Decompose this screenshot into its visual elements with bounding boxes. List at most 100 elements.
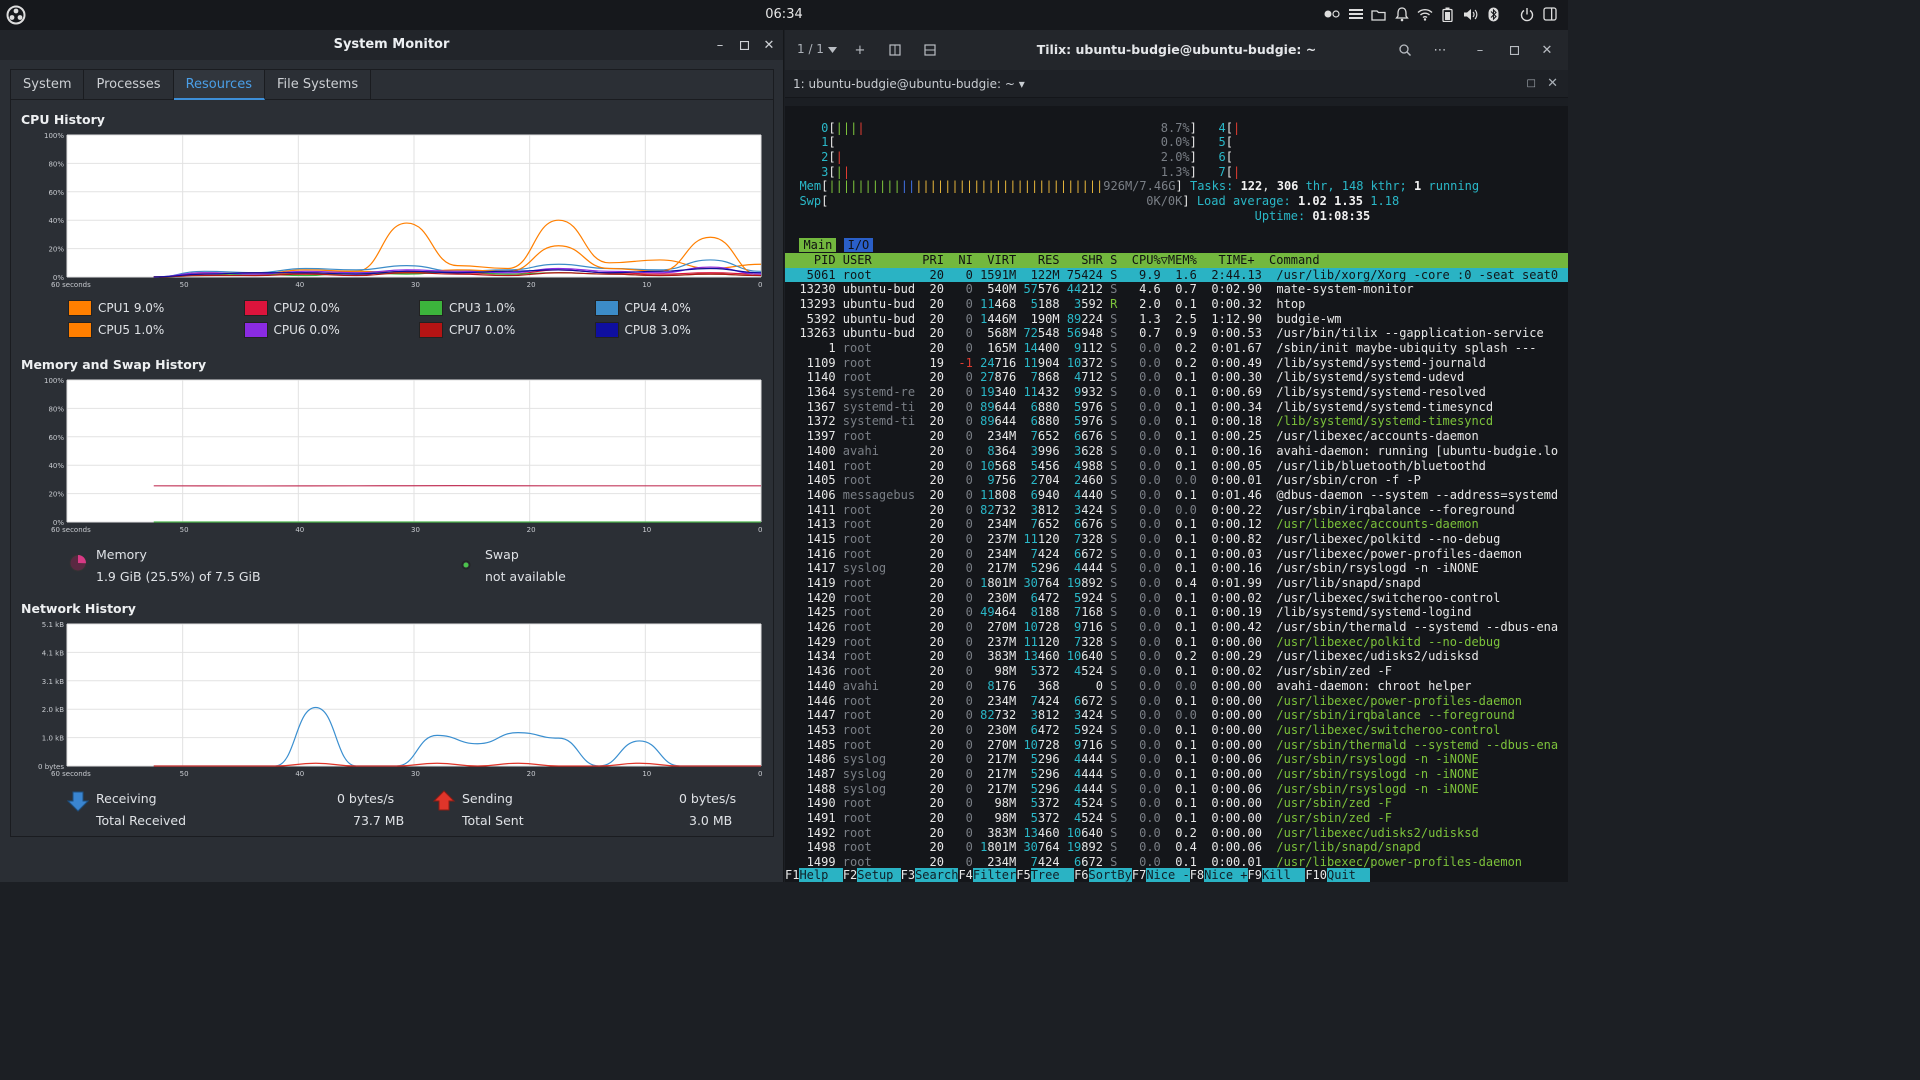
process-row: 13230 ubuntu-bud 20 0 540M 57576 44212 S… — [785, 282, 1414, 297]
y-tick-label: 1.0 kB — [42, 735, 64, 743]
more-options-icon[interactable]: ⋯ — [1431, 41, 1449, 59]
fkey-label[interactable]: Search — [915, 868, 959, 882]
cpu-color-swatch[interactable] — [243, 322, 268, 338]
cpu-color-swatch[interactable] — [419, 322, 443, 338]
terminal-maximize-icon[interactable] — [1505, 41, 1523, 59]
process-row: 1491 root 20 0 98M 5372 4524 S 0.0 0.1 0… — [785, 811, 1392, 825]
y-tick-label: 40% — [48, 217, 64, 225]
power-icon[interactable] — [1518, 5, 1535, 23]
cpu-meter-row: 3[|| 1.3%] 7[| 2.0%] — [806, 164, 1241, 179]
menu-icon[interactable] — [1347, 5, 1364, 23]
process-row: 1416 root 20 0 234M 7424 6672 S 0.0 0.1 … — [785, 546, 1523, 561]
cpu-color-swatch[interactable] — [594, 322, 619, 338]
receiving-arrow-icon[interactable] — [66, 790, 90, 816]
cpu-color-swatch[interactable] — [68, 300, 92, 316]
window-title: System Monitor — [333, 37, 450, 52]
cpu-legend-label: CPU4 4.0% — [624, 301, 691, 315]
fkey-f1[interactable]: F1 — [785, 868, 799, 882]
fkey-label[interactable]: Help — [799, 868, 843, 882]
cpu-legend-item-cpu6[interactable]: CPU6 0.0% — [243, 322, 340, 338]
session-maximize-icon[interactable]: □ — [1527, 78, 1536, 89]
fkey-f8[interactable]: F8 — [1190, 868, 1204, 882]
search-icon[interactable] — [1396, 41, 1414, 59]
fkey-label[interactable]: Nice + — [1204, 868, 1248, 882]
swap-pie-icon[interactable] — [457, 556, 475, 578]
volume-icon[interactable] — [1462, 5, 1479, 23]
session-title[interactable]: 1: ubuntu-budgie@ubuntu-budgie: ~ ▾ — [793, 77, 1025, 91]
cpu-legend-label: CPU7 0.0% — [449, 323, 516, 337]
fkey-f7[interactable]: F7 — [1132, 868, 1146, 882]
cpu-legend-item-cpu5[interactable]: CPU5 1.0% — [68, 322, 164, 338]
tab-system[interactable]: System — [11, 70, 85, 100]
fkey-f10[interactable]: F10 — [1305, 868, 1327, 882]
cpu-history-heading: CPU History — [21, 112, 105, 127]
cpu-legend-item-cpu4[interactable]: CPU4 4.0% — [594, 300, 691, 316]
fkey-label[interactable]: SortBy — [1088, 868, 1132, 882]
process-row: 1 root 20 0 165M 14400 9112 S 0.0 0.2 0:… — [785, 341, 1537, 355]
cpu-legend-label: CPU8 3.0% — [624, 323, 691, 337]
fkey-f5[interactable]: F5 — [1016, 868, 1030, 882]
session-chevron-icon[interactable]: ▾ — [1019, 77, 1025, 91]
terminal-close-icon[interactable]: ✕ — [1538, 41, 1556, 59]
process-row: 1372 systemd-ti 20 0 89644 6880 5976 S 0… — [785, 414, 1494, 429]
cpu-color-swatch[interactable] — [419, 300, 443, 316]
window-titlebar[interactable]: System Monitor – ✕ — [0, 30, 783, 60]
htop-output[interactable]: 0[|||| 8.7%] 4[| 2.0%] 1[ 0.0%] 5[ — [785, 106, 1568, 882]
fkey-label[interactable]: Nice - — [1146, 868, 1190, 882]
sidebar-toggle-icon[interactable] — [1541, 5, 1558, 23]
y-tick-label: 40% — [48, 462, 64, 470]
x-tick-label: 40 — [295, 281, 304, 289]
process-row: 1492 root 20 0 383M 13460 10640 S 0.0 0.… — [785, 825, 1479, 840]
y-tick-label: 100% — [44, 377, 64, 385]
network-history-chart: 60 seconds 50 40 30 20 10 0 5.1 kB 4.1 kB 3.1 kB 2… — [38, 621, 762, 778]
process-row: 1406 messagebus 20 0 11808 6940 4440 S 0… — [785, 487, 1559, 502]
fkey-label[interactable]: Kill — [1261, 868, 1306, 882]
close-icon[interactable]: ✕ — [760, 36, 778, 54]
workspace-switcher-icon[interactable] — [1324, 5, 1341, 23]
battery-icon[interactable] — [1439, 5, 1456, 23]
y-tick-label: 20% — [48, 491, 64, 499]
terminal-minimize-icon[interactable]: – — [1471, 41, 1489, 59]
cpu-legend-item-cpu8[interactable]: CPU8 3.0% — [594, 322, 691, 338]
tab-resources[interactable]: Resources — [173, 70, 265, 100]
fkey-f6[interactable]: F6 — [1074, 868, 1088, 882]
cpu-legend-item-cpu2[interactable]: CPU2 0.0% — [243, 300, 340, 316]
cpu-legend-label: CPU5 1.0% — [98, 323, 165, 337]
maximize-icon[interactable] — [735, 36, 753, 54]
session-close-icon[interactable]: ✕ — [1547, 76, 1558, 91]
fkey-label[interactable]: Quit — [1327, 868, 1371, 882]
fkey-f2[interactable]: F2 — [843, 868, 857, 882]
system-monitor-window: System Monitor – ✕ System Processes Reso… — [0, 30, 784, 882]
tab-file-systems[interactable]: File Systems — [265, 70, 372, 100]
minimize-icon[interactable]: – — [711, 36, 729, 54]
fkey-label[interactable]: Setup — [857, 868, 901, 882]
terminal-headerbar[interactable]: 1 / 1 + Tilix: ubuntu-budgie@ubuntu-budg… — [785, 30, 1568, 70]
fkey-f4[interactable]: F4 — [958, 868, 972, 882]
process-row: 1420 root 20 0 230M 6472 5924 S 0.0 0.1 … — [785, 590, 1501, 605]
cpu-color-swatch[interactable] — [243, 300, 268, 316]
process-row: 1440 avahi 20 0 8176 368 0 S 0.0 0.0 0:0… — [785, 678, 1472, 693]
memory-pie-icon[interactable] — [69, 554, 87, 576]
receiving-rate: 0 bytes/s — [337, 791, 395, 806]
cpu-legend-item-cpu1[interactable]: CPU1 9.0% — [68, 300, 164, 316]
cpu-legend-item-cpu3[interactable]: CPU3 1.0% — [419, 300, 515, 316]
cpu-color-swatch[interactable] — [68, 322, 92, 338]
fkey-f9[interactable]: F9 — [1248, 868, 1262, 882]
cpu-color-swatch[interactable] — [594, 300, 619, 316]
process-row: 1426 root 20 0 270M 10728 9716 S 0.0 0.1… — [785, 620, 1559, 635]
fkey-label[interactable]: Filter — [972, 868, 1017, 882]
fkey-f3[interactable]: F3 — [901, 868, 915, 882]
x-tick-label: 60 seconds — [51, 770, 91, 778]
sending-arrow-icon[interactable] — [432, 790, 456, 816]
process-row: 1411 root 20 0 82732 3812 3424 S 0.0 0.0… — [785, 502, 1515, 517]
process-row: 1429 root 20 0 237M 11120 7328 S 0.0 0.1… — [785, 634, 1501, 649]
cpu-legend-item-cpu7[interactable]: CPU7 0.0% — [419, 322, 515, 338]
wifi-icon[interactable] — [1416, 5, 1433, 23]
tab-processes[interactable]: Processes — [84, 70, 174, 100]
process-table-header: PID USER PRI NI VIRT RES SHR S CPU%▽MEM%… — [785, 252, 1568, 268]
folder-icon[interactable] — [1370, 5, 1387, 23]
fkey-label[interactable]: Tree — [1030, 868, 1075, 882]
total-received-value: 73.7 MB — [353, 813, 405, 828]
bluetooth-icon[interactable] — [1485, 5, 1502, 23]
notification-bell-icon[interactable] — [1393, 5, 1410, 23]
